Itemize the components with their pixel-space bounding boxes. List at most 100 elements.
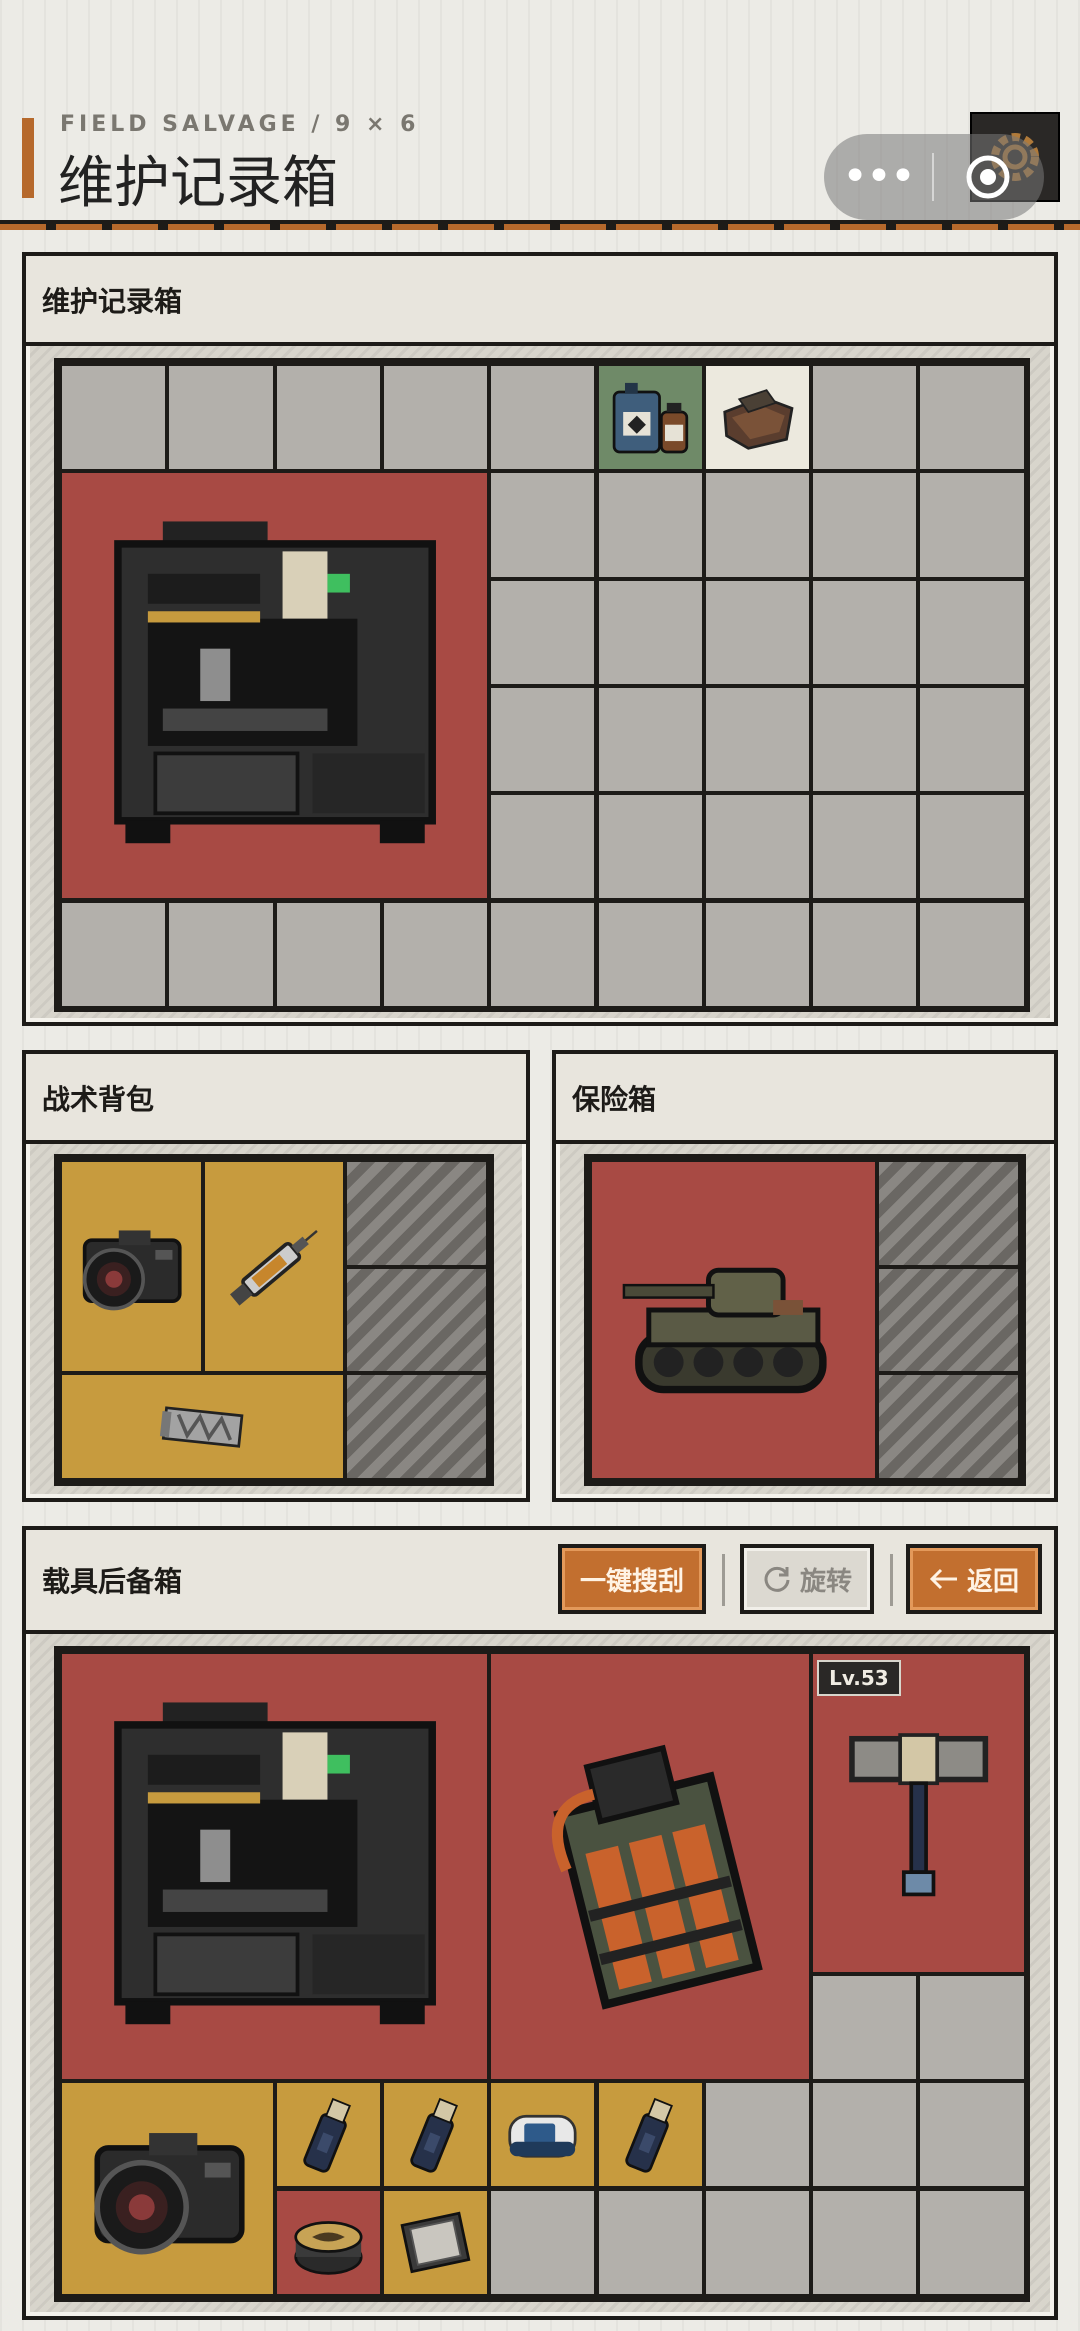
empty-slot[interactable] <box>273 899 383 1009</box>
battery-pack-icon <box>510 1680 790 2054</box>
item-3d-printer[interactable] <box>58 1650 491 2083</box>
locked-slot <box>875 1265 1021 1375</box>
empty-slot[interactable] <box>166 362 276 473</box>
panel-title: 维护记录箱 <box>42 285 183 318</box>
panel-title: 保险箱 <box>572 1083 657 1116</box>
empty-slot[interactable] <box>58 899 169 1009</box>
item-cloth-scraps[interactable] <box>702 362 813 473</box>
cpu-chip-icon <box>390 2197 481 2288</box>
empty-slot[interactable] <box>380 362 491 473</box>
loot-all-label: 一键搜刮 <box>579 1566 684 1597</box>
empty-slot[interactable] <box>917 2080 1027 2190</box>
button-divider <box>890 1554 893 1606</box>
item-cpu-chip[interactable] <box>380 2187 491 2297</box>
empty-slot[interactable] <box>810 899 920 1009</box>
empty-slot[interactable] <box>702 2080 813 2190</box>
empty-slot[interactable] <box>595 2187 705 2297</box>
panel-header: 维护记录箱 <box>26 256 1054 346</box>
safe-panel: 保险箱 <box>552 1050 1058 1502</box>
button-divider <box>722 1554 725 1606</box>
empty-slot[interactable] <box>595 684 705 795</box>
empty-slot[interactable] <box>917 684 1027 795</box>
empty-slot[interactable] <box>595 577 705 687</box>
empty-slot[interactable] <box>917 899 1027 1009</box>
back-button[interactable]: 返回 <box>906 1544 1042 1614</box>
safe-grid <box>584 1154 1026 1486</box>
empty-slot[interactable] <box>810 470 920 580</box>
empty-slot[interactable] <box>488 792 598 902</box>
more-button[interactable]: ••• <box>824 155 932 199</box>
locked-slot <box>344 1372 489 1481</box>
empty-slot[interactable] <box>488 470 598 580</box>
item-tin-can[interactable] <box>273 2187 383 2297</box>
empty-slot[interactable] <box>917 1972 1027 2083</box>
3d-printer-icon <box>88 1680 462 2054</box>
empty-slot[interactable] <box>488 362 598 473</box>
item-pulse-oximeter[interactable] <box>488 2080 598 2190</box>
camera-icon <box>75 2096 260 2281</box>
empty-slot[interactable] <box>917 792 1027 902</box>
empty-slot[interactable] <box>810 2187 920 2297</box>
empty-slot[interactable] <box>917 2187 1027 2297</box>
empty-slot[interactable] <box>702 792 813 902</box>
empty-slot[interactable] <box>810 577 920 687</box>
empty-slot[interactable] <box>810 1972 920 2083</box>
empty-slot[interactable] <box>810 684 920 795</box>
panel-header: 保险箱 <box>556 1054 1054 1144</box>
empty-slot[interactable] <box>702 577 813 687</box>
pulse-oximeter-icon <box>497 2089 588 2180</box>
loot-all-button[interactable]: 一键搜刮 <box>558 1544 706 1614</box>
rotate-icon <box>764 1566 790 1592</box>
accent-bar <box>22 118 34 198</box>
item-chemical-bottles[interactable] <box>595 362 705 473</box>
empty-slot[interactable] <box>810 2080 920 2190</box>
rotate-button[interactable]: 旋转 <box>740 1544 874 1614</box>
empty-slot[interactable] <box>702 2187 813 2297</box>
record-box-panel: 维护记录箱 <box>22 252 1058 1026</box>
empty-slot[interactable] <box>488 2187 598 2297</box>
locked-slot <box>344 1265 489 1375</box>
close-button[interactable] <box>934 153 1042 201</box>
empty-slot[interactable] <box>702 470 813 580</box>
panel-header: 战术背包 <box>26 1054 526 1144</box>
item-battery-pack[interactable] <box>488 1650 813 2083</box>
empty-slot[interactable] <box>595 792 705 902</box>
item-spray-can[interactable] <box>273 2080 383 2190</box>
empty-slot[interactable] <box>380 899 491 1009</box>
empty-slot[interactable] <box>917 362 1027 473</box>
empty-slot[interactable] <box>58 362 169 473</box>
empty-slot[interactable] <box>166 899 276 1009</box>
item-spray-can[interactable] <box>595 2080 705 2190</box>
item-camera[interactable] <box>59 1158 204 1375</box>
empty-slot[interactable] <box>917 577 1027 687</box>
empty-slot[interactable] <box>917 470 1027 580</box>
empty-slot[interactable] <box>488 899 598 1009</box>
empty-slot[interactable] <box>595 899 705 1009</box>
empty-slot[interactable] <box>810 792 920 902</box>
empty-slot[interactable] <box>702 684 813 795</box>
panel-title: 载具后备箱 <box>42 1565 183 1598</box>
item-metal-crate[interactable] <box>58 1372 347 1481</box>
syringe-icon <box>213 1175 335 1359</box>
empty-slot[interactable] <box>273 362 383 473</box>
item-camera[interactable] <box>59 2080 276 2297</box>
item-hammer[interactable]: Lv.53 <box>810 1651 1027 1975</box>
vehicle-trunk-grid: Lv.53 <box>54 1646 1030 2302</box>
empty-slot[interactable] <box>702 899 813 1009</box>
backpack-grid <box>54 1154 494 1486</box>
empty-slot[interactable] <box>488 684 598 795</box>
item-3d-printer[interactable] <box>58 470 491 902</box>
record-box-grid <box>54 358 1030 1012</box>
tank-icon <box>609 1181 858 1459</box>
page-title: 维护记录箱 <box>58 151 338 216</box>
camera-icon <box>70 1175 192 1359</box>
cloth-scraps-icon <box>712 372 803 463</box>
page-subtitle: FIELD SALVAGE / 9 × 6 <box>60 112 420 137</box>
empty-slot[interactable] <box>595 470 705 580</box>
item-spray-can[interactable] <box>380 2080 491 2190</box>
metal-crate-icon <box>79 1381 326 1471</box>
empty-slot[interactable] <box>810 362 920 473</box>
empty-slot[interactable] <box>488 577 598 687</box>
item-syringe[interactable] <box>201 1158 347 1375</box>
item-tank[interactable] <box>589 1159 878 1481</box>
